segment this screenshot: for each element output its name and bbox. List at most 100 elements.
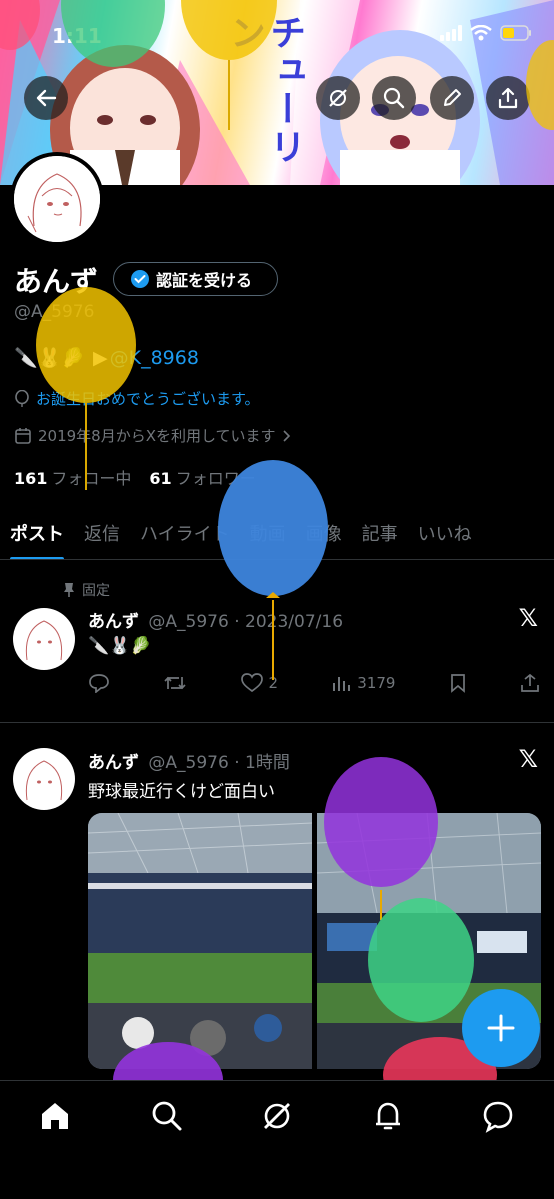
followers-count: 61 bbox=[149, 469, 172, 488]
follow-stats: 161 フォロー中 61 フォロワー bbox=[14, 465, 256, 489]
profile-name: あんず bbox=[14, 265, 99, 298]
reply-icon bbox=[89, 674, 109, 693]
joined-line[interactable]: 2019年8月からXを利用しています bbox=[14, 425, 292, 446]
nav-messages[interactable] bbox=[481, 1099, 515, 1133]
bookmark-icon bbox=[450, 674, 465, 693]
joined-text: 2019年8月からXを利用しています bbox=[38, 427, 276, 445]
bell-icon bbox=[376, 1102, 400, 1130]
compose-post-button[interactable] bbox=[462, 989, 540, 1067]
nav-notifications[interactable] bbox=[371, 1099, 405, 1133]
following-link[interactable]: 161 フォロー中 bbox=[14, 465, 131, 489]
post-avatar-sketch bbox=[25, 620, 63, 661]
reply-button[interactable] bbox=[88, 673, 110, 693]
message-icon bbox=[483, 1101, 513, 1133]
nav-search[interactable] bbox=[150, 1099, 184, 1133]
bookmark-button[interactable] bbox=[449, 673, 467, 693]
like-count: 2 bbox=[268, 674, 279, 692]
grok-icon bbox=[264, 1103, 290, 1129]
post-author[interactable]: あんず bbox=[88, 612, 139, 632]
following-count: 161 bbox=[14, 469, 48, 488]
post-separator: · bbox=[234, 753, 240, 773]
tab-replies[interactable]: 返信 bbox=[84, 506, 120, 559]
post-avatar[interactable] bbox=[13, 748, 75, 810]
post-avatar-sketch bbox=[25, 760, 63, 801]
bottom-navigation bbox=[0, 1080, 554, 1199]
search-icon bbox=[383, 87, 405, 109]
followers-label: フォロワー bbox=[175, 469, 256, 488]
search-button[interactable] bbox=[372, 76, 416, 120]
chevron-right-icon bbox=[282, 429, 290, 442]
view-count: 3179 bbox=[357, 674, 396, 692]
share-button[interactable] bbox=[486, 76, 530, 120]
views-icon bbox=[333, 677, 351, 691]
post-separator: · bbox=[234, 612, 240, 632]
pinned-label: 固定 bbox=[82, 583, 110, 599]
profile-avatar[interactable] bbox=[10, 152, 104, 246]
post-photo-stadium-1[interactable] bbox=[88, 813, 312, 1069]
back-arrow-icon bbox=[36, 89, 57, 107]
battery-icon bbox=[500, 25, 531, 41]
profile-tabs: ポスト 返信 ハイライト 動画 画像 記事 いいね bbox=[0, 506, 554, 560]
profile-handle: @A_5976 bbox=[14, 302, 95, 322]
plus-icon bbox=[487, 1014, 515, 1042]
tab-articles[interactable]: 記事 bbox=[362, 506, 398, 559]
pin-icon bbox=[64, 583, 74, 597]
calendar-icon bbox=[15, 427, 31, 444]
repost-button[interactable] bbox=[163, 673, 187, 693]
views-button[interactable]: 3179 bbox=[331, 673, 395, 693]
post-share-button[interactable] bbox=[520, 673, 540, 693]
share-icon bbox=[498, 87, 518, 109]
birthday-text: お誕生日おめでとうございます。 bbox=[36, 390, 260, 408]
pen-icon bbox=[444, 89, 461, 106]
tab-videos[interactable]: 動画 bbox=[250, 506, 286, 559]
like-button[interactable]: 2 bbox=[240, 673, 279, 693]
profile-bio: 🔪🐰🥬 ▶ @K_8968 bbox=[14, 346, 199, 370]
followers-link[interactable]: 61 フォロワー bbox=[149, 465, 255, 489]
tab-posts[interactable]: ポスト bbox=[10, 506, 64, 559]
pinned-indicator: 固定 bbox=[62, 580, 110, 600]
status-time: 1:11 bbox=[52, 24, 102, 48]
status-icons bbox=[440, 25, 532, 41]
avatar-sketch bbox=[14, 156, 100, 242]
heart-icon bbox=[240, 673, 263, 693]
stadium-photo-1 bbox=[88, 813, 312, 1069]
nav-grok[interactable] bbox=[260, 1099, 294, 1133]
share-icon bbox=[521, 673, 539, 692]
repost-icon bbox=[164, 676, 186, 690]
search-icon bbox=[152, 1101, 182, 1131]
post-time: 1時間 bbox=[245, 753, 290, 773]
post-header: あんず @A_5976 · 1時間 bbox=[88, 748, 290, 773]
bio-arrow: ▶ bbox=[92, 346, 108, 369]
post-header: あんず @A_5976 · 2023/07/16 bbox=[88, 607, 343, 632]
post-handle: @A_5976 bbox=[148, 612, 229, 632]
home-icon bbox=[42, 1103, 68, 1129]
x-logo-icon[interactable]: 𝕏 bbox=[519, 604, 538, 632]
grok-button[interactable] bbox=[316, 76, 360, 120]
get-verified-button[interactable]: 認証を受ける bbox=[113, 262, 278, 296]
following-label: フォロー中 bbox=[51, 469, 132, 488]
birthday-line: お誕生日おめでとうございます。 bbox=[14, 388, 260, 409]
tab-likes[interactable]: いいね bbox=[418, 506, 472, 559]
edit-button[interactable] bbox=[430, 76, 474, 120]
x-logo-icon[interactable]: 𝕏 bbox=[519, 745, 538, 773]
post-avatar[interactable] bbox=[13, 608, 75, 670]
nav-home[interactable] bbox=[38, 1099, 72, 1133]
post-actions: 2 3179 bbox=[88, 673, 540, 693]
get-verified-label: 認証を受ける bbox=[156, 271, 253, 290]
back-button[interactable] bbox=[24, 76, 68, 120]
bio-emojis: 🔪🐰🥬 bbox=[14, 347, 85, 369]
verified-badge-icon bbox=[131, 270, 149, 288]
post-text: 🔪🐰🥬 bbox=[88, 636, 152, 656]
post-time: 2023/07/16 bbox=[245, 612, 344, 632]
wifi-icon bbox=[470, 25, 492, 41]
tab-images[interactable]: 画像 bbox=[306, 506, 342, 559]
signal-icon bbox=[440, 25, 462, 41]
post-text: 野球最近行くけど面白い bbox=[88, 782, 275, 802]
grok-icon bbox=[329, 89, 347, 107]
post-author[interactable]: あんず bbox=[88, 753, 139, 773]
bio-mention-link[interactable]: @K_8968 bbox=[110, 347, 199, 369]
post-handle: @A_5976 bbox=[148, 753, 229, 773]
post-divider bbox=[0, 722, 554, 723]
tab-highlights[interactable]: ハイライト bbox=[140, 506, 230, 559]
balloon-icon bbox=[15, 389, 29, 407]
